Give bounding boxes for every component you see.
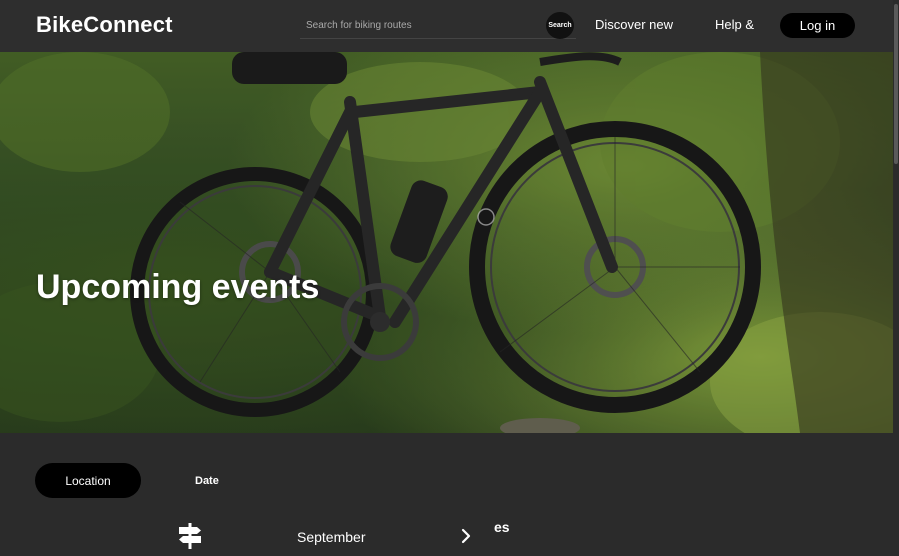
hero-banner: Upcoming events (0, 52, 894, 433)
signpost-icon (179, 523, 201, 549)
scrollbar-thumb[interactable] (894, 4, 898, 164)
search-bar: Search (300, 11, 576, 39)
partial-heading: es (494, 519, 510, 535)
hero-title: Upcoming events (36, 268, 320, 306)
site-logo[interactable]: BikeConnect (36, 12, 173, 38)
search-button[interactable]: Search (546, 12, 574, 39)
month-label: September (297, 529, 366, 545)
search-input[interactable] (300, 11, 576, 39)
event-filters: Location Date September es (0, 433, 894, 556)
nav-discover-link[interactable]: Discover new (595, 17, 673, 32)
page-scrollbar[interactable] (893, 0, 899, 556)
chevron-right-icon[interactable] (459, 528, 473, 544)
top-navbar: BikeConnect Search Discover new Help & L… (0, 0, 899, 52)
tab-date[interactable]: Date (195, 475, 219, 487)
login-button[interactable]: Log in (780, 13, 855, 38)
nav-help-link[interactable]: Help & (715, 17, 754, 32)
tab-location[interactable]: Location (35, 463, 141, 498)
hero-bike-image (0, 52, 894, 433)
